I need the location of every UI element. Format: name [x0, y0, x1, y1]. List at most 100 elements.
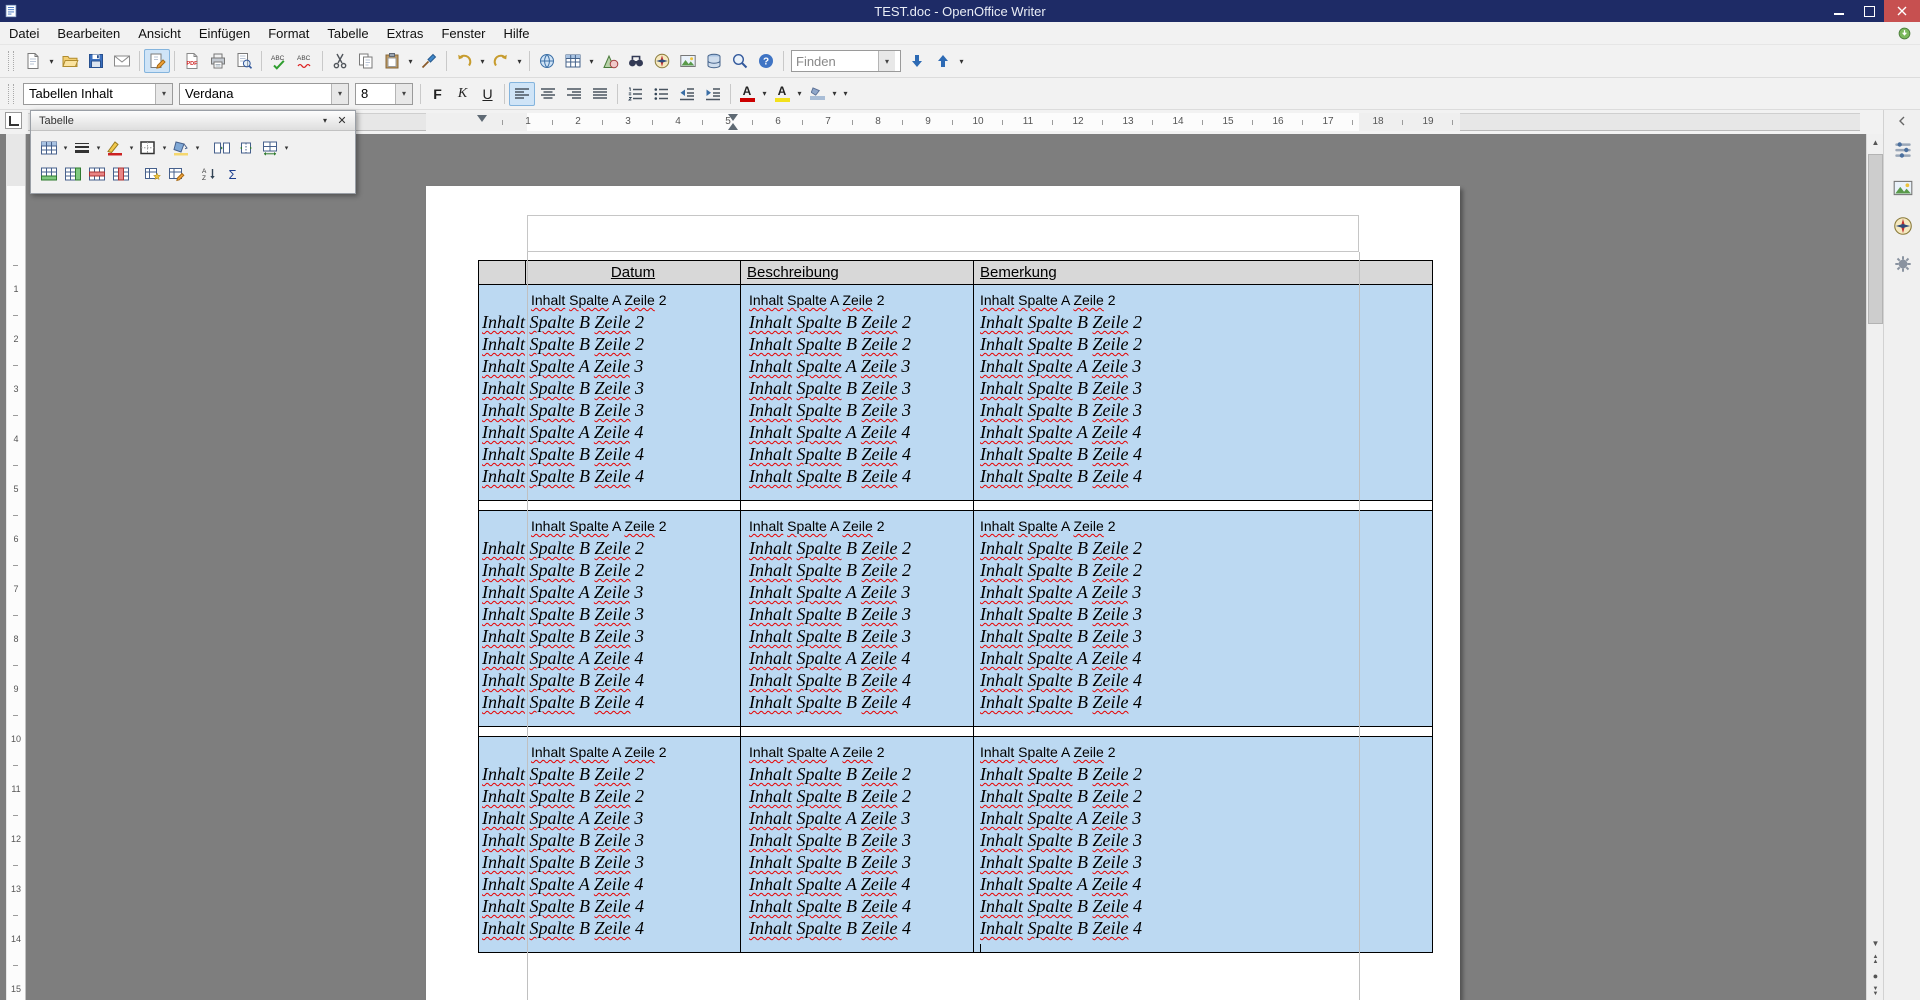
- table-row-group[interactable]: Inhalt Spalte A Zeile 2 Inhalt Spalte B Z…: [478, 285, 1433, 501]
- text-line[interactable]: Inhalt Spalte B Zeile 4: [479, 895, 740, 917]
- align-right-button[interactable]: [561, 82, 587, 106]
- text-line[interactable]: Inhalt Spalte B Zeile 4: [974, 465, 1432, 487]
- table-dropdown-icon[interactable]: ▾: [61, 137, 70, 159]
- align-justify-button[interactable]: [587, 82, 613, 106]
- text-line[interactable]: Inhalt Spalte B Zeile 3: [741, 829, 973, 851]
- bold-button[interactable]: F: [425, 83, 450, 105]
- table-cell[interactable]: Inhalt Spalte A Zeile 2Inhalt Spalte B Z…: [973, 737, 1432, 952]
- first-line-indent-marker[interactable]: [477, 115, 487, 122]
- text-line[interactable]: Inhalt Spalte A Zeile 4: [479, 647, 740, 669]
- data-sources-button[interactable]: [701, 49, 727, 73]
- table-cell[interactable]: Inhalt Spalte A Zeile 2 Inhalt Spalte B Z…: [479, 285, 740, 500]
- pdf-export-button[interactable]: PDF: [179, 49, 205, 73]
- find-next-button[interactable]: [904, 49, 930, 73]
- text-line[interactable]: Inhalt Spalte B Zeile 3: [479, 829, 740, 851]
- menu-item-einfgen[interactable]: Einfügen: [190, 23, 259, 44]
- scroll-down-icon[interactable]: ▼: [1867, 935, 1884, 952]
- edit-mode-button[interactable]: [144, 49, 170, 73]
- highlight-button[interactable]: A: [770, 82, 794, 106]
- spellcheck-button[interactable]: ABC: [266, 49, 292, 73]
- text-line[interactable]: Inhalt Spalte B Zeile 3: [479, 399, 740, 421]
- align-center-button[interactable]: [535, 82, 561, 106]
- draw-functions-button[interactable]: [597, 49, 623, 73]
- highlight-dropdown-icon[interactable]: ▾: [794, 82, 805, 106]
- text-line[interactable]: Inhalt Spalte B Zeile 4: [741, 669, 973, 691]
- auto-spellcheck-button[interactable]: ABC: [292, 49, 318, 73]
- numbered-list-button[interactable]: [622, 82, 648, 106]
- find-combobox[interactable]: ▾: [791, 50, 901, 72]
- find-input[interactable]: [792, 54, 878, 69]
- new-document-button[interactable]: [20, 49, 46, 73]
- next-page-button[interactable]: ▼▼: [1867, 984, 1884, 1000]
- zoom-button[interactable]: [727, 49, 753, 73]
- menu-item-extras[interactable]: Extras: [378, 23, 433, 44]
- text-line[interactable]: Inhalt Spalte B Zeile 2: [479, 785, 740, 807]
- table-cell[interactable]: Inhalt Spalte A Zeile 2Inhalt Spalte B Z…: [740, 511, 973, 726]
- increase-indent-button[interactable]: [700, 82, 726, 106]
- text-line[interactable]: Inhalt Spalte B Zeile 4: [974, 669, 1432, 691]
- title-bar[interactable]: TEST.doc - OpenOffice Writer: [0, 0, 1920, 22]
- text-line[interactable]: Inhalt Spalte B Zeile 4: [974, 691, 1432, 713]
- text-line[interactable]: Inhalt Spalte A Zeile 3: [974, 581, 1432, 603]
- text-line[interactable]: Inhalt Spalte B Zeile 3: [479, 625, 740, 647]
- hyperlink-button[interactable]: [534, 49, 560, 73]
- table-background-dropdown-icon[interactable]: ▾: [193, 137, 202, 159]
- table-header-cell-bemerkung[interactable]: Bemerkung: [973, 261, 1432, 284]
- text-line[interactable]: Inhalt Spalte B Zeile 2: [479, 537, 740, 559]
- text-line[interactable]: Inhalt Spalte B Zeile 3: [974, 829, 1432, 851]
- tabelle-toolbar-options-icon[interactable]: ▾: [317, 116, 333, 125]
- maximize-button[interactable]: [1854, 0, 1884, 22]
- table-cell[interactable]: Inhalt Spalte A Zeile 2Inhalt Spalte B Z…: [973, 511, 1432, 726]
- text-line[interactable]: Inhalt Spalte B Zeile 2: [974, 785, 1432, 807]
- text-line[interactable]: Inhalt Spalte B Zeile 4: [479, 669, 740, 691]
- menu-item-fenster[interactable]: Fenster: [432, 23, 494, 44]
- tabelle-toolbar-titlebar[interactable]: Tabelle ▾ ✕: [31, 111, 355, 131]
- text-line[interactable]: Inhalt Spalte B Zeile 2: [479, 763, 740, 785]
- text-line[interactable]: Inhalt Spalte A Zeile 2: [479, 515, 740, 537]
- underline-button[interactable]: U: [475, 83, 500, 105]
- vertical-ruler[interactable]: 123456789101112131415: [6, 134, 26, 1000]
- font-size-dropdown-icon[interactable]: ▾: [395, 84, 412, 104]
- line-style-dropdown-icon[interactable]: ▾: [94, 137, 103, 159]
- table-cell[interactable]: Inhalt Spalte A Zeile 2Inhalt Spalte B Z…: [740, 737, 973, 952]
- text-line[interactable]: Inhalt Spalte B Zeile 3: [974, 625, 1432, 647]
- open-button[interactable]: [57, 49, 83, 73]
- font-color-dropdown-icon[interactable]: ▾: [759, 82, 770, 106]
- scrollbar-thumb[interactable]: [1868, 154, 1883, 324]
- delete-row-button[interactable]: [85, 163, 109, 185]
- text-line[interactable]: Inhalt Spalte B Zeile 4: [974, 917, 1432, 939]
- text-line[interactable]: Inhalt Spalte A Zeile 3: [479, 355, 740, 377]
- page[interactable]: Datum Beschreibung Bemerkung Inhalt Spal…: [426, 186, 1460, 1000]
- menu-item-bearbeiten[interactable]: Bearbeiten: [48, 23, 129, 44]
- borders-dropdown-icon[interactable]: ▾: [160, 137, 169, 159]
- text-line[interactable]: Inhalt Spalte A Zeile 4: [741, 873, 973, 895]
- font-name-combobox[interactable]: Verdana ▾: [179, 83, 349, 105]
- align-left-button[interactable]: [509, 82, 535, 106]
- text-line[interactable]: Inhalt Spalte B Zeile 2: [741, 537, 973, 559]
- table-background-color-button[interactable]: [169, 137, 193, 159]
- text-line[interactable]: Inhalt Spalte A Zeile 4: [974, 873, 1432, 895]
- text-line[interactable]: Inhalt Spalte A Zeile 2: [479, 289, 740, 311]
- cut-button[interactable]: [327, 49, 353, 73]
- gallery-button[interactable]: [675, 49, 701, 73]
- insert-table-dropdown-icon[interactable]: ▾: [586, 49, 597, 73]
- text-line[interactable]: Inhalt Spalte A Zeile 3: [974, 807, 1432, 829]
- text-line[interactable]: Inhalt Spalte A Zeile 3: [741, 581, 973, 603]
- background-color-dropdown-icon[interactable]: ▾: [829, 82, 840, 106]
- find-replace-button[interactable]: [623, 49, 649, 73]
- text-line[interactable]: Inhalt Spalte B Zeile 2: [974, 311, 1432, 333]
- text-line[interactable]: Inhalt Spalte B Zeile 3: [479, 377, 740, 399]
- text-line[interactable]: Inhalt Spalte A Zeile 4: [741, 421, 973, 443]
- update-notification-icon[interactable]: [1894, 23, 1914, 43]
- text-line[interactable]: Inhalt Spalte B Zeile 3: [741, 603, 973, 625]
- text-line[interactable]: Inhalt Spalte B Zeile 2: [741, 559, 973, 581]
- toolbar-grip[interactable]: [8, 51, 14, 71]
- text-line[interactable]: Inhalt Spalte B Zeile 3: [741, 625, 973, 647]
- paste-dropdown-icon[interactable]: ▾: [405, 49, 416, 73]
- page-preview-button[interactable]: [231, 49, 257, 73]
- decrease-indent-button[interactable]: [674, 82, 700, 106]
- split-cells-button[interactable]: [234, 137, 258, 159]
- text-line[interactable]: Inhalt Spalte B Zeile 4: [741, 465, 973, 487]
- bullet-list-button[interactable]: [648, 82, 674, 106]
- text-line[interactable]: Inhalt Spalte B Zeile 2: [974, 537, 1432, 559]
